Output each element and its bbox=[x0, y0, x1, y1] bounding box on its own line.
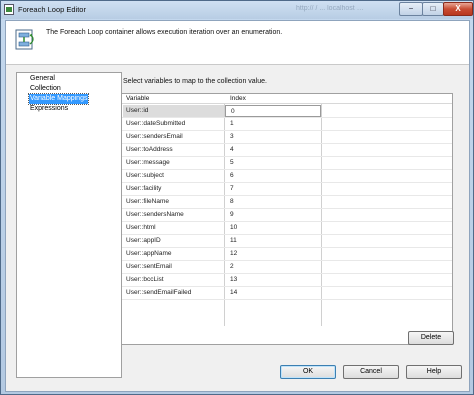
table-row[interactable]: User::bccList 13 bbox=[122, 274, 452, 287]
title-bar[interactable]: Foreach Loop Editor http:// / ... localh… bbox=[1, 1, 473, 19]
index-cell[interactable]: 2 bbox=[225, 261, 321, 273]
foreach-loop-icon bbox=[15, 29, 35, 51]
table-row[interactable]: User::id 0 bbox=[122, 105, 452, 118]
table-row[interactable]: User::sendEmailFailed 14 bbox=[122, 287, 452, 300]
foreach-loop-editor-window: Foreach Loop Editor http:// / ... localh… bbox=[0, 0, 474, 395]
variable-cell[interactable]: User::bccList bbox=[123, 274, 224, 286]
variable-cell[interactable]: User::fileName bbox=[123, 196, 224, 208]
variable-cell[interactable]: User::subject bbox=[123, 170, 224, 182]
header-band: The Foreach Loop container allows execut… bbox=[6, 21, 469, 65]
index-cell[interactable]: 5 bbox=[225, 157, 321, 169]
nav-item-expressions[interactable]: Expressions bbox=[29, 104, 69, 114]
delete-button[interactable]: Delete bbox=[408, 331, 454, 345]
header-description: The Foreach Loop container allows execut… bbox=[46, 29, 283, 36]
variable-cell[interactable]: User::appName bbox=[123, 248, 224, 260]
variable-cell[interactable]: User::sendersEmail bbox=[123, 131, 224, 143]
variable-cell[interactable]: User::sentEmail bbox=[123, 261, 224, 273]
index-cell[interactable]: 6 bbox=[225, 170, 321, 182]
table-row[interactable]: User::dateSubmitted 1 bbox=[122, 118, 452, 131]
table-row[interactable]: User::facility 7 bbox=[122, 183, 452, 196]
index-cell[interactable]: 13 bbox=[225, 274, 321, 286]
variable-cell[interactable]: User::html bbox=[123, 222, 224, 234]
nav-item-collection[interactable]: Collection bbox=[29, 84, 62, 94]
app-icon bbox=[4, 4, 14, 15]
table-row[interactable]: User::subject 6 bbox=[122, 170, 452, 183]
variable-mappings-grid[interactable]: Variable Index User::id 0 User::dateSubmit… bbox=[121, 93, 453, 345]
table-row[interactable]: User::appID 11 bbox=[122, 235, 452, 248]
variable-cell[interactable]: User::message bbox=[123, 157, 224, 169]
index-cell[interactable]: 1 bbox=[225, 118, 321, 130]
variable-cell[interactable]: User::sendEmailFailed bbox=[123, 287, 224, 299]
cancel-button[interactable]: Cancel bbox=[343, 365, 399, 379]
variable-cell[interactable]: User::sendersName bbox=[123, 209, 224, 221]
column-header-variable[interactable]: Variable bbox=[126, 95, 149, 102]
table-row[interactable]: User::fileName 8 bbox=[122, 196, 452, 209]
page-nav-list[interactable]: General Collection Variable Mappings Exp… bbox=[16, 72, 122, 378]
table-row[interactable]: User::sentEmail 2 bbox=[122, 261, 452, 274]
mappings-instruction: Select variables to map to the collectio… bbox=[123, 78, 267, 85]
background-window-text: http:// / ... localhost … bbox=[296, 5, 364, 12]
column-header-index[interactable]: Index bbox=[230, 95, 246, 102]
index-cell[interactable]: 3 bbox=[225, 131, 321, 143]
variable-cell[interactable]: User::dateSubmitted bbox=[123, 118, 224, 130]
table-row[interactable]: User::sendersName 9 bbox=[122, 209, 452, 222]
dialog-client-area: The Foreach Loop container allows execut… bbox=[5, 20, 470, 392]
ok-button[interactable]: OK bbox=[280, 365, 336, 379]
index-cell[interactable]: 7 bbox=[225, 183, 321, 195]
index-cell[interactable]: 11 bbox=[225, 235, 321, 247]
table-row[interactable]: User::sendersEmail 3 bbox=[122, 131, 452, 144]
table-row[interactable]: User::appName 12 bbox=[122, 248, 452, 261]
table-row[interactable]: User::html 10 bbox=[122, 222, 452, 235]
index-cell[interactable]: 9 bbox=[225, 209, 321, 221]
index-cell[interactable]: 12 bbox=[225, 248, 321, 260]
window-title: Foreach Loop Editor bbox=[18, 5, 86, 14]
table-row[interactable]: User::message 5 bbox=[122, 157, 452, 170]
nav-item-general[interactable]: General bbox=[29, 74, 56, 84]
index-cell[interactable]: 0 bbox=[225, 105, 321, 117]
maximize-button[interactable]: □ bbox=[422, 2, 444, 16]
index-cell[interactable]: 10 bbox=[225, 222, 321, 234]
close-button[interactable]: X bbox=[443, 2, 473, 16]
index-cell[interactable]: 14 bbox=[225, 287, 321, 299]
variable-cell[interactable]: User::appID bbox=[123, 235, 224, 247]
index-cell[interactable]: 8 bbox=[225, 196, 321, 208]
variable-cell[interactable]: User::id bbox=[123, 105, 224, 117]
variable-cell[interactable]: User::toAddress bbox=[123, 144, 224, 156]
index-cell[interactable]: 4 bbox=[225, 144, 321, 156]
nav-item-variable-mappings[interactable]: Variable Mappings bbox=[27, 93, 90, 105]
table-row[interactable]: User::toAddress 4 bbox=[122, 144, 452, 157]
help-button[interactable]: Help bbox=[406, 365, 462, 379]
grid-header: Variable Index bbox=[122, 94, 452, 104]
variable-cell[interactable]: User::facility bbox=[123, 183, 224, 195]
minimize-button[interactable]: − bbox=[399, 2, 423, 16]
